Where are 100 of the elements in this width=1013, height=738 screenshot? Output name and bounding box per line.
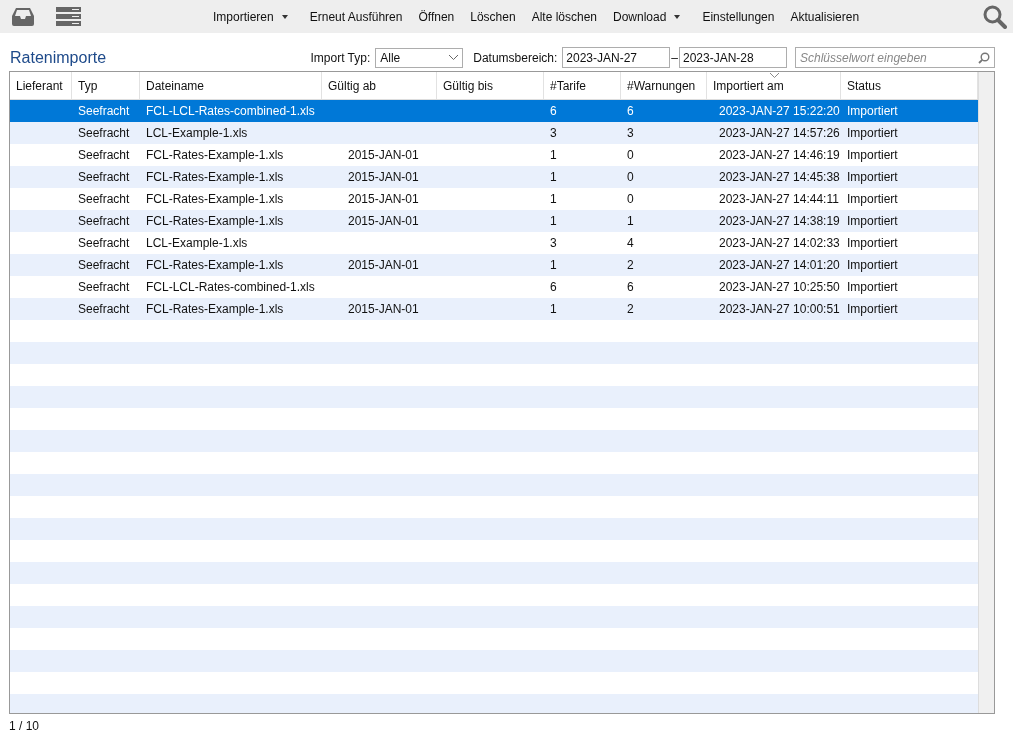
dropdown-button[interactable]: Importieren bbox=[213, 9, 288, 24]
table-cell-text: 2015-JAN-01 bbox=[347, 170, 419, 184]
toolbar-button[interactable]: Löschen bbox=[470, 9, 516, 24]
table-cell-text: FCL-Rates-Example-1.xls bbox=[145, 192, 284, 206]
table-cell-text: Seefracht bbox=[77, 302, 130, 316]
table-cell-text: Seefracht bbox=[77, 104, 130, 118]
table-cell-text: 3 bbox=[626, 126, 634, 140]
table-cell-text: FCL-Rates-Example-1.xls bbox=[145, 170, 284, 184]
table-cell-text: 2015-JAN-01 bbox=[347, 192, 419, 206]
table-cell-text: 2023-JAN-27 14:57:26 bbox=[718, 126, 840, 140]
table-cell-text: 2015-JAN-01 bbox=[347, 302, 419, 316]
import-type-select[interactable]: Alle bbox=[375, 47, 464, 68]
table-cell-text: 0 bbox=[626, 192, 634, 206]
table-cell-text: Importiert bbox=[846, 170, 898, 184]
table-cell-text: FCL-Rates-Example-1.xls bbox=[145, 302, 284, 316]
table-cell-text: Seefracht bbox=[77, 126, 130, 140]
table-cell-text: FCL-Rates-Example-1.xls bbox=[145, 148, 284, 162]
table-cell-text: 6 bbox=[549, 280, 557, 294]
table-cell-text: 2015-JAN-01 bbox=[347, 214, 419, 228]
column-header[interactable]: #Warnungen bbox=[621, 72, 707, 99]
table-cell-text: Importiert bbox=[846, 280, 898, 294]
table-cell-text: Seefracht bbox=[77, 236, 130, 250]
table-cell-text: 4 bbox=[626, 236, 634, 250]
date-from-field[interactable]: 2023-JAN-27 bbox=[562, 47, 671, 68]
search-field[interactable]: Schlüsselwort eingeben bbox=[795, 47, 995, 68]
table-cell-text: 3 bbox=[549, 126, 557, 140]
table-cell-text: 1 bbox=[549, 258, 557, 272]
table-cell-text: 2023-JAN-27 10:00:51 bbox=[718, 302, 840, 316]
search-icon bbox=[978, 51, 990, 64]
column-header[interactable]: Importiert am bbox=[707, 72, 841, 99]
dropdown-button[interactable]: Download bbox=[613, 9, 681, 24]
table-cell-text: 1 bbox=[549, 302, 557, 316]
field-label: Import Typ: bbox=[310, 50, 371, 65]
server-icon[interactable] bbox=[56, 7, 81, 26]
column-header[interactable]: Typ bbox=[72, 72, 140, 99]
toolbar-button[interactable]: Aktualisieren bbox=[790, 9, 860, 24]
caret-icon bbox=[281, 14, 288, 19]
table-cell-text: Seefracht bbox=[77, 280, 130, 294]
column-header[interactable]: #Tarife bbox=[544, 72, 621, 99]
table-cell-text: 2023-JAN-27 14:46:19 bbox=[718, 148, 840, 162]
toolbar-button[interactable]: Einstellungen bbox=[702, 9, 775, 24]
table-cell-text: Seefracht bbox=[77, 258, 130, 272]
column-header[interactable]: Lieferant bbox=[10, 72, 72, 99]
table-cell-text: Seefracht bbox=[77, 170, 130, 184]
table-cell-text: FCL-Rates-Example-1.xls bbox=[145, 214, 284, 228]
table-cell-text: Importiert bbox=[846, 258, 898, 272]
table-cell-text: Seefracht bbox=[77, 214, 130, 228]
table-cell-text: 3 bbox=[549, 236, 557, 250]
table-cell-text: Importiert bbox=[846, 126, 898, 140]
table-cell-text: 2 bbox=[626, 302, 634, 316]
table-cell-text: Importiert bbox=[846, 236, 898, 250]
toolbar-button[interactable]: Alte löschen bbox=[531, 9, 597, 24]
table-cell-text: 2023-JAN-27 15:22:20 bbox=[718, 104, 840, 118]
page-title: Ratenimporte bbox=[10, 48, 108, 67]
table-cell-text: FCL-Rates-Example-1.xls bbox=[145, 258, 284, 272]
table-cell-text: Importiert bbox=[846, 148, 898, 162]
table-cell-text: 2023-JAN-27 14:02:33 bbox=[718, 236, 840, 250]
table-cell-text: Importiert bbox=[846, 104, 898, 118]
table-cell-text: 6 bbox=[626, 104, 634, 118]
range-separator: – bbox=[671, 50, 678, 65]
table-cell-text: LCL-Example-1.xls bbox=[145, 236, 248, 250]
table-cell-text: 6 bbox=[626, 280, 634, 294]
column-header[interactable]: Gültig bis bbox=[437, 72, 544, 99]
table-cell-text: FCL-LCL-Rates-combined-1.xls bbox=[145, 280, 315, 294]
table-cell-text: 2 bbox=[626, 258, 634, 272]
table-row[interactable]: Seefracht FCL-LCL-Rates-combined-1.xls 6 6 2023-JAN-27 15:22:20 Importiert bbox=[10, 100, 978, 122]
table-cell-text: Importiert bbox=[846, 192, 898, 206]
table-cell-text: 1 bbox=[549, 170, 557, 184]
toolbar-button[interactable]: Öffnen bbox=[418, 9, 455, 24]
table-cell-text: 2015-JAN-01 bbox=[347, 258, 419, 272]
table-cell-text: Seefracht bbox=[77, 192, 130, 206]
page-counter: 1 / 10 bbox=[9, 719, 40, 733]
table-cell-text: 0 bbox=[626, 148, 634, 162]
table-cell-text: Importiert bbox=[846, 214, 898, 228]
table-cell-text: 2023-JAN-27 14:45:38 bbox=[718, 170, 840, 184]
table-cell-text: 0 bbox=[626, 170, 634, 184]
table-cell-text: 6 bbox=[549, 104, 557, 118]
column-header[interactable]: Dateiname bbox=[140, 72, 322, 99]
sort-icon bbox=[769, 73, 779, 78]
table-cell-text: 2023-JAN-27 14:44:11 bbox=[718, 192, 839, 206]
caret-icon bbox=[674, 14, 681, 19]
table-cell-text: Importiert bbox=[846, 302, 898, 316]
table-cell-text: 1 bbox=[626, 214, 634, 228]
table-cell-text: 2023-JAN-27 10:25:50 bbox=[718, 280, 840, 294]
table-cell-text: LCL-Example-1.xls bbox=[145, 126, 248, 140]
column-header[interactable]: Gültig ab bbox=[322, 72, 437, 99]
table-cell-text: 2023-JAN-27 14:38:19 bbox=[718, 214, 840, 228]
toolbar-button[interactable]: Erneut Ausführen bbox=[309, 9, 403, 24]
table-cell-text: 1 bbox=[549, 148, 557, 162]
table-cell-text: 2023-JAN-27 14:01:20 bbox=[718, 258, 840, 272]
chevron-icon bbox=[449, 55, 459, 60]
table-cell-text: FCL-LCL-Rates-combined-1.xls bbox=[145, 104, 315, 118]
inbox-icon[interactable] bbox=[12, 7, 34, 26]
table-cell-text: 2015-JAN-01 bbox=[347, 148, 419, 162]
field-label: Datumsbereich: bbox=[473, 50, 558, 65]
table-cell-text: 1 bbox=[549, 192, 557, 206]
date-to-field[interactable]: 2023-JAN-28 bbox=[679, 47, 787, 68]
search-icon[interactable] bbox=[983, 4, 1007, 29]
table-cell-text: 1 bbox=[549, 214, 557, 228]
table-cell-text: Seefracht bbox=[77, 148, 130, 162]
